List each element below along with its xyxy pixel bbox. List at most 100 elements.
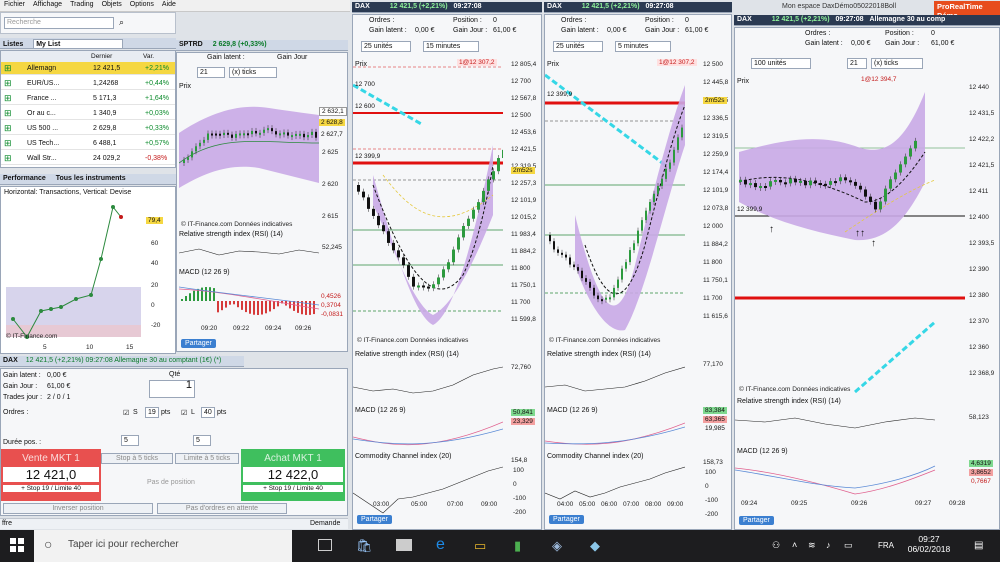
order-footer: ffre Demande [0,518,348,529]
limit-checkbox[interactable]: ☑ [181,409,187,417]
dax15-axis-label: 12 805,4 [511,61,537,68]
dax15-cci-label: Commodity Channel index (20) [355,453,452,460]
dax1-ticks-field[interactable]: 21 [847,58,867,69]
windows-start-icon[interactable] [10,538,24,552]
sell-button[interactable]: Vente MKT 1 12 421,0 + Stop 19 / Limite … [1,449,101,501]
plus-icon[interactable]: ⊞ [4,93,12,104]
clock[interactable]: 09:27 06/02/2018 [904,534,954,554]
dax5-interval-select[interactable]: 5 minutes [615,41,671,52]
order-quote: 12 421,5 (+2,21%) 09:27:08 Allemagne 30 … [25,357,222,364]
spx-ticks-field[interactable]: 21 [197,67,225,78]
stop-label: S [133,409,138,416]
menu-item[interactable]: Fichier [0,0,29,9]
dax15-units-select[interactable]: 25 unités [361,41,411,52]
dax5-gain-latent-value: 0,00 € [607,27,627,34]
spx-ticks-unit[interactable]: (x) ticks [229,67,277,78]
qty-input[interactable]: 1 [149,380,195,398]
notification-icon[interactable]: ▭ [844,540,853,551]
performance-tab[interactable]: Performance [3,175,46,182]
svg-text:↑↑: ↑↑ [855,228,865,239]
stop-ticks-button[interactable]: Stop à 5 ticks [101,453,173,464]
dax1-position-value: 0 [931,30,935,37]
spin-limit[interactable]: 5 [193,435,211,446]
dax5-share-button[interactable]: Partager [549,515,584,524]
spx-time: 09:20 [201,325,218,332]
watchlist-row[interactable]: ⊞ Allemagn 12 421,5 +2,21% [1,62,175,75]
search-input[interactable]: Recherche [4,17,114,29]
app-icon-1[interactable]: ▮ [514,538,521,554]
spx-share-button[interactable]: Partager [181,339,216,348]
search-icon[interactable]: ⌕ [119,17,124,28]
volume-icon[interactable]: ♪ [826,540,831,550]
people-icon[interactable]: ⚇ [772,540,780,551]
dax5-units-select[interactable]: 25 unités [553,41,603,52]
task-view-icon[interactable] [318,539,332,551]
pending-orders-button[interactable]: Pas d'ordres en attente [157,503,287,514]
instrument-name: Or au c... [27,110,56,117]
menu-item[interactable]: Trading [66,0,97,9]
dax15-share-button[interactable]: Partager [357,515,392,524]
lists-title: Listes [3,41,24,48]
chevron-up-icon[interactable]: ˄ [792,540,797,550]
dax1-ticks-unit[interactable]: (x) ticks [871,58,923,69]
watchlist-row[interactable]: ⊞ EUR/US... 1,24268 +0,44% [1,77,175,90]
order-gain-latent-label: Gain latent : [3,372,41,379]
spx-price-chart [179,106,319,188]
plus-icon[interactable]: ⊞ [4,108,12,119]
dax15-macd-value: 23,329 [511,418,535,425]
dax5-title: DAX [547,3,562,10]
buy-button[interactable]: Achat MKT 1 12 422,0 + Stop 19 / Limite … [241,449,345,501]
app-icon-2[interactable]: ◈ [552,538,562,554]
inverse-position-button[interactable]: Inverser position [3,503,153,514]
plus-icon[interactable]: ⊞ [4,78,12,89]
dax5-axis-label: 11 700 [703,295,723,302]
app-icon-3[interactable]: ◆ [590,538,600,554]
list-select[interactable]: My List [33,39,124,48]
dax1-axis-label: 12 380 [969,292,989,299]
dax5-axis-label: 11 615,6 [703,313,728,320]
dax5-axis-label: 12 336,5 [703,115,729,122]
mail-icon[interactable] [396,539,412,551]
taskbar-search[interactable]: ○ Taper ici pour rechercher [34,530,292,562]
plus-icon[interactable]: ⊞ [4,123,12,134]
limit-value[interactable]: 40 [201,407,215,418]
dax5-axis-label: 12 174,4 [703,169,729,176]
stop-checkbox[interactable]: ☑ [123,409,129,417]
dax1-time: 09:27 [915,500,932,507]
footer-demand: Demande [310,520,341,527]
dax5-gain-latent: Gain latent : [561,27,599,34]
menu-item[interactable]: Aide [158,0,180,9]
edge-icon[interactable]: e [436,536,445,554]
watchlist-row[interactable]: ⊞ US 500 ... 2 629,8 +0,33% [1,122,175,135]
plus-icon[interactable]: ⊞ [4,153,12,164]
spin-stop[interactable]: 5 [121,435,139,446]
language-indicator[interactable]: FRA [878,541,894,550]
limit-ticks-button[interactable]: Limite à 5 ticks [175,453,239,464]
dax1-axis-label: 12 422,2 [969,136,995,143]
dax1-window: Ordres : Position : 0 Gain latent : 0,00… [734,27,1000,530]
explorer-icon[interactable]: ▭ [474,538,486,554]
action-center-icon[interactable]: ▤ [974,540,983,551]
dax5-rsi-value: 77,170 [703,361,723,368]
perf-copyright: © IT-Finance.com [6,333,58,340]
menu-item[interactable]: Objets [98,0,126,9]
store-icon[interactable]: 🛍 [356,538,373,554]
all-instruments-tab[interactable]: Tous les instruments [56,175,126,182]
dax15-macd-label: MACD (12 26 9) [355,407,406,414]
menu-item[interactable]: Affichage [29,0,66,9]
dax1-desc: Allemagne 30 au comp [869,16,946,23]
watchlist-row[interactable]: ⊞ US Tech... 6 488,1 +0,57% [1,137,175,150]
dax5-countdown: 2m52s [703,97,727,104]
menu-item[interactable]: Options [126,0,158,9]
plus-icon[interactable]: ⊞ [4,138,12,149]
plus-icon[interactable]: ⊞ [4,63,12,74]
watchlist-row[interactable]: ⊞ France ... 5 171,3 +1,64% [1,92,175,105]
dax1-share-button[interactable]: Partager [739,516,774,525]
stop-value[interactable]: 19 [145,407,159,418]
dax5-time: 04:00 [557,501,574,508]
dax15-interval-select[interactable]: 15 minutes [423,41,479,52]
watchlist-row[interactable]: ⊞ Or au c... 1 340,9 +0,03% [1,107,175,120]
wifi-icon[interactable]: ≋ [808,540,816,551]
watchlist-row[interactable]: ⊞ Wall Str... 24 029,2 -0,38% [1,152,175,165]
dax1-units-select[interactable]: 100 unités [751,58,811,69]
